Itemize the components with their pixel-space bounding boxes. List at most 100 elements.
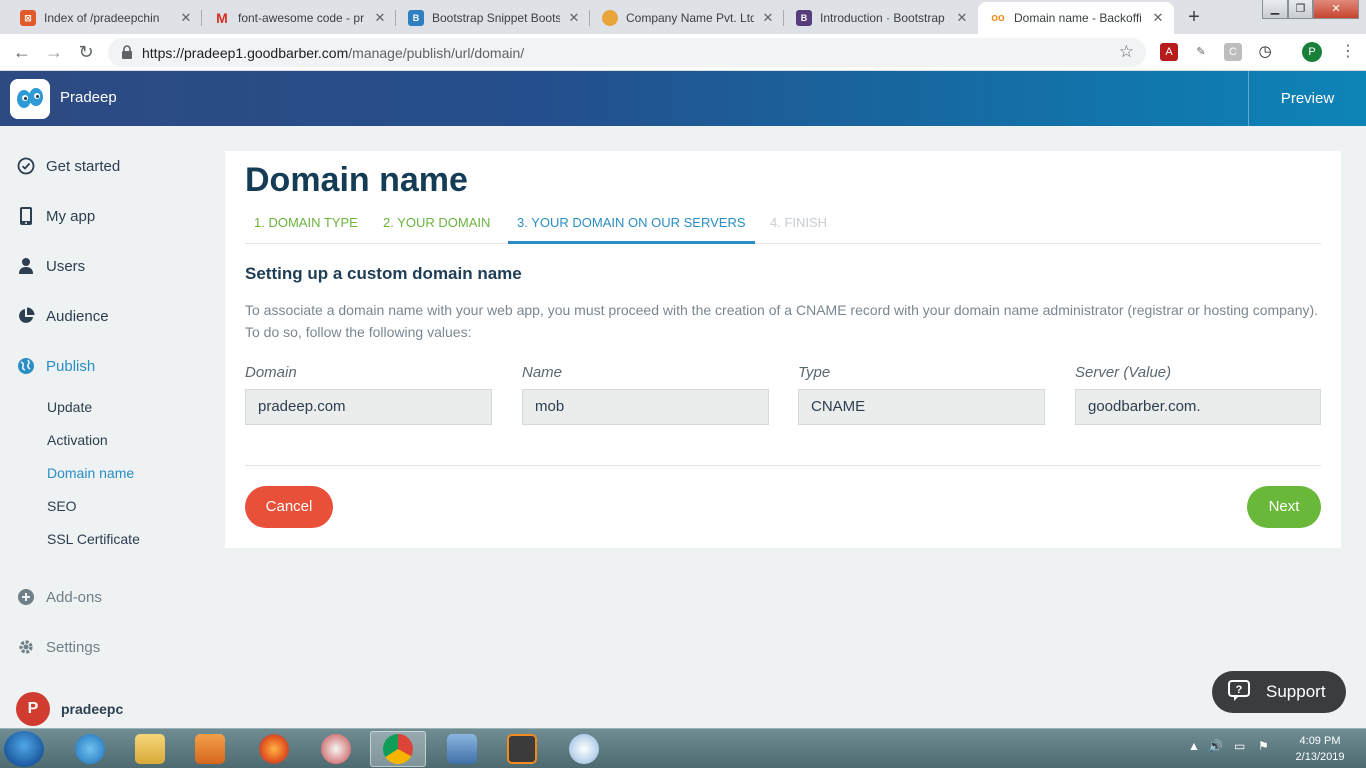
sidebar-item-label: Audience xyxy=(46,307,109,325)
eyedropper-extension-icon[interactable]: ✎ xyxy=(1192,43,1210,61)
close-tab-icon[interactable]: ✕ xyxy=(178,10,194,26)
action-center-flag-icon[interactable]: ⚑ xyxy=(1258,739,1269,753)
cancel-button[interactable]: Cancel xyxy=(245,486,333,528)
domain-label: Domain xyxy=(245,364,297,381)
network-tray-icon[interactable]: ▭ xyxy=(1234,739,1245,753)
sidebar-sub-activation[interactable]: Activation xyxy=(47,432,108,448)
sidebar: Get started My app Users Audience Publis… xyxy=(0,126,224,728)
profile-avatar[interactable]: P xyxy=(1302,42,1322,62)
check-circle-icon xyxy=(16,156,36,176)
forward-button[interactable]: → xyxy=(42,40,66,64)
maximize-window-button[interactable]: ❐ xyxy=(1288,0,1313,19)
sidebar-item-publish[interactable]: Publish xyxy=(16,354,95,378)
sidebar-item-label: Add-ons xyxy=(46,588,102,606)
reload-button[interactable]: ↻ xyxy=(74,40,98,64)
domain-field[interactable]: pradeep.com xyxy=(245,389,492,425)
taskbar-explorer[interactable] xyxy=(122,731,178,767)
address-bar-row: ← → ↻ https://pradeep1.goodbarber.com/ma… xyxy=(0,34,1366,71)
globe-icon xyxy=(602,10,618,26)
sidebar-item-audience[interactable]: Audience xyxy=(16,304,109,328)
file-explorer-icon xyxy=(135,734,165,764)
app-name: Pradeep xyxy=(60,89,117,106)
close-tab-icon[interactable]: ✕ xyxy=(1150,10,1166,26)
tab-title: Bootstrap Snippet Boots xyxy=(432,11,560,25)
clock-time: 4:09 PM xyxy=(1299,735,1341,747)
support-button[interactable]: ? Support xyxy=(1212,671,1346,713)
type-field[interactable]: CNAME xyxy=(798,389,1045,425)
step-domain-type[interactable]: 1. DOMAIN TYPE xyxy=(245,207,367,244)
sidebar-sub-update[interactable]: Update xyxy=(47,399,92,415)
bookmark-star-icon[interactable]: ☆ xyxy=(1119,42,1134,62)
step-finish: 4. FINISH xyxy=(770,215,828,230)
new-tab-button[interactable]: + xyxy=(1180,5,1208,29)
step-your-domain-on-our-servers[interactable]: 3. YOUR DOMAIN ON OUR SERVERS xyxy=(508,207,755,244)
browser-tab-index[interactable]: ⊠ Index of /pradeepchin ✕ xyxy=(8,2,202,34)
app-header: Pradeep Preview xyxy=(0,71,1366,126)
sidebar-sub-ssl-certificate[interactable]: SSL Certificate xyxy=(47,531,140,547)
close-tab-icon[interactable]: ✕ xyxy=(954,10,970,26)
sidebar-sub-seo[interactable]: SEO xyxy=(47,498,77,514)
taskbar-firefox[interactable] xyxy=(246,731,302,767)
browser-tab-gmail[interactable]: M font-awesome code - pr ✕ xyxy=(202,2,396,34)
gear-icon xyxy=(16,637,36,657)
sidebar-item-label: Users xyxy=(46,257,86,275)
sidebar-item-settings[interactable]: Settings xyxy=(16,635,100,659)
minimize-window-button[interactable]: ▁ xyxy=(1262,0,1288,19)
browser-tab-domain-name[interactable]: oo Domain name - Backoffi ✕ xyxy=(978,2,1174,34)
windows-taskbar: ▲ 🔊 ▭ ⚑ 4:09 PM 2/13/2019 xyxy=(0,728,1366,768)
type-label: Type xyxy=(798,364,831,381)
close-tab-icon[interactable]: ✕ xyxy=(372,10,388,26)
sidebar-sub-domain-name[interactable]: Domain name xyxy=(47,465,134,481)
preview-button[interactable]: Preview xyxy=(1248,71,1366,126)
volume-icon[interactable]: 🔊 xyxy=(1208,739,1223,753)
sidebar-item-get-started[interactable]: Get started xyxy=(16,154,120,178)
server-value-field[interactable]: goodbarber.com. xyxy=(1075,389,1321,425)
taskbar-snipping-tool[interactable] xyxy=(308,731,364,767)
back-button[interactable]: ← xyxy=(10,40,34,64)
clock-extension-icon[interactable]: ◷ xyxy=(1256,43,1274,61)
c-extension-icon[interactable]: C xyxy=(1224,43,1242,61)
taskbar-clock[interactable]: 4:09 PM 2/13/2019 xyxy=(1284,733,1356,765)
close-tab-icon[interactable]: ✕ xyxy=(566,10,582,26)
show-hidden-icons[interactable]: ▲ xyxy=(1188,739,1200,753)
user-profile[interactable]: P pradeepc xyxy=(16,692,123,726)
next-button[interactable]: Next xyxy=(1247,486,1321,528)
close-window-button[interactable]: ✕ xyxy=(1313,0,1359,19)
taskbar-chrome[interactable] xyxy=(370,731,426,767)
browser-menu-icon[interactable]: ⋮ xyxy=(1340,42,1356,62)
close-tab-icon[interactable]: ✕ xyxy=(760,10,776,26)
pie-chart-icon xyxy=(16,306,36,326)
tab-title: Domain name - Backoffi xyxy=(1014,11,1142,25)
sidebar-item-add-ons[interactable]: Add-ons xyxy=(16,585,102,609)
taskbar-paint[interactable] xyxy=(556,731,612,767)
taskbar-network[interactable] xyxy=(434,731,490,767)
bootsnipp-icon: B xyxy=(408,10,424,26)
support-label: Support xyxy=(1266,682,1326,701)
sidebar-item-my-app[interactable]: My app xyxy=(16,204,95,228)
url-input[interactable]: https://pradeep1.goodbarber.com/manage/p… xyxy=(108,38,1146,67)
goodbarber-logo[interactable] xyxy=(10,79,50,119)
bootstrap-icon: B xyxy=(796,10,812,26)
browser-tab-company[interactable]: Company Name Pvt. Ltd. ✕ xyxy=(590,2,784,34)
start-button[interactable] xyxy=(4,731,44,767)
browser-tab-strip: ⊠ Index of /pradeepchin ✕ M font-awesome… xyxy=(0,0,1366,34)
browser-tab-bootsnipp[interactable]: B Bootstrap Snippet Boots ✕ xyxy=(396,2,590,34)
instructions-text: To associate a domain name with your web… xyxy=(245,302,1319,340)
tab-title: Introduction · Bootstrap xyxy=(820,11,945,25)
step-your-domain[interactable]: 2. YOUR DOMAIN xyxy=(374,207,499,244)
pdf-extension-icon[interactable]: A xyxy=(1160,43,1178,61)
name-label: Name xyxy=(522,364,563,381)
name-field[interactable]: mob xyxy=(522,389,769,425)
taskbar-sublime-text[interactable] xyxy=(494,731,550,767)
browser-tab-bootstrap[interactable]: B Introduction · Bootstrap ✕ xyxy=(784,2,978,34)
paint-icon xyxy=(569,734,599,764)
section-title: Setting up a custom domain name xyxy=(245,264,522,283)
sidebar-item-label: Settings xyxy=(46,638,101,656)
network-icon xyxy=(447,734,477,764)
taskbar-ie[interactable] xyxy=(62,731,118,767)
gmail-icon: M xyxy=(216,10,228,26)
tab-title: Index of /pradeepchin xyxy=(44,11,160,25)
sidebar-item-users[interactable]: Users xyxy=(16,254,85,278)
taskbar-media-player[interactable] xyxy=(182,731,238,767)
tab-title: Company Name Pvt. Ltd. xyxy=(626,11,754,25)
